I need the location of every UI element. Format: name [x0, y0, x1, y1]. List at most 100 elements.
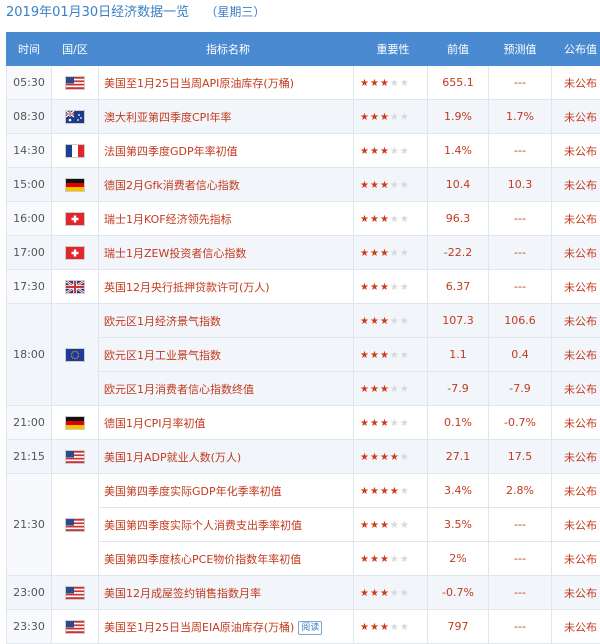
time-cell: 23:00: [6, 575, 52, 610]
star-filled-icon: ★: [379, 316, 390, 327]
star-empty-icon: ★: [389, 282, 400, 293]
table-row: 21:30 美国第四季度实际GDP年化季率初值 ★★★★★ 3.4% 2.8% 未公布: [6, 473, 600, 576]
table-row: 16:00 瑞士1月KOF经济领先指标 ★★★★★ 96.3 --- 未公布: [6, 201, 600, 236]
star-filled-icon: ★: [369, 214, 380, 225]
indicator-name-text[interactable]: 美国1月ADP就业人数(万人): [104, 451, 241, 464]
indicator-name[interactable]: 美国第四季度实际GDP年化季率初值: [98, 473, 354, 508]
star-filled-icon: ★: [379, 146, 390, 157]
star-filled-icon: ★: [360, 384, 370, 395]
star-empty-icon: ★: [389, 418, 400, 429]
indicator-name[interactable]: 美国12月成屋签约销售指数月率: [98, 575, 354, 610]
star-filled-icon: ★: [389, 452, 400, 463]
indicator-name[interactable]: 美国至1月25日当周API原油库存(万桶): [98, 65, 354, 100]
indicator-name-text[interactable]: 欧元区1月工业景气指数: [104, 349, 221, 362]
previous-value: 3.4%: [427, 473, 489, 508]
previous-value: 6.37: [427, 269, 489, 304]
indicator-name[interactable]: 美国1月ADP就业人数(万人): [98, 439, 354, 474]
indicator-name-text[interactable]: 澳大利亚第四季度CPI年率: [104, 111, 232, 124]
flag-germany-icon: [66, 417, 84, 429]
time-cell: 14:30: [6, 133, 52, 168]
indicator-name[interactable]: 德国2月Gfk消费者信心指数: [98, 167, 354, 202]
indicator-name-text[interactable]: 美国第四季度实际个人消费支出季率初值: [104, 519, 302, 532]
country-cell: [51, 575, 99, 610]
star-filled-icon: ★: [369, 248, 380, 259]
indicator-name[interactable]: 瑞士1月KOF经济领先指标: [98, 201, 354, 236]
forecast-value: ---: [488, 575, 552, 610]
indicator-name[interactable]: 法国第四季度GDP年率初值: [98, 133, 354, 168]
forecast-value: 17.5: [488, 439, 552, 474]
star-filled-icon: ★: [389, 486, 400, 497]
indicator-name-text[interactable]: 美国第四季度实际GDP年化季率初值: [104, 485, 282, 498]
star-filled-icon: ★: [379, 418, 390, 429]
indicator-name-text[interactable]: 法国第四季度GDP年率初值: [104, 145, 238, 158]
flag-uk-icon: [66, 281, 84, 293]
indicator-name-text[interactable]: 美国12月成屋签约销售指数月率: [104, 587, 261, 600]
indicator-name[interactable]: 美国第四季度核心PCE物价指数年率初值: [98, 541, 354, 576]
star-empty-icon: ★: [399, 554, 410, 565]
read-button[interactable]: 阅读: [298, 620, 323, 635]
actual-value: 未公布: [551, 371, 600, 406]
indicator-name-text[interactable]: 欧元区1月经济景气指数: [104, 315, 221, 328]
country-cell: [51, 473, 99, 576]
country-cell: [51, 439, 99, 474]
star-filled-icon: ★: [369, 112, 380, 123]
time-cell: 21:15: [6, 439, 52, 474]
star-empty-icon: ★: [389, 622, 400, 633]
indicator-name[interactable]: 美国至1月25日当周EIA原油库存(万桶) 阅读: [98, 609, 354, 644]
indicator-name-text[interactable]: 欧元区1月消费者信心指数终值: [104, 383, 254, 396]
indicator-name[interactable]: 英国12月央行抵押贷款许可(万人): [98, 269, 354, 304]
flag-us-icon: [66, 519, 84, 531]
actual-value: 未公布: [551, 269, 600, 304]
flag-germany-icon: [66, 179, 84, 191]
star-filled-icon: ★: [369, 554, 380, 565]
indicator-name-text[interactable]: 美国至1月25日当周API原油库存(万桶): [104, 77, 294, 90]
forecast-value: 1.7%: [488, 99, 552, 134]
time-cell: 21:00: [6, 405, 52, 440]
star-filled-icon: ★: [369, 316, 380, 327]
indicator-name-text[interactable]: 瑞士1月KOF经济领先指标: [104, 213, 232, 226]
star-empty-icon: ★: [399, 452, 410, 463]
indicator-name[interactable]: 瑞士1月ZEW投资者信心指数: [98, 235, 354, 270]
star-filled-icon: ★: [379, 622, 390, 633]
star-filled-icon: ★: [369, 622, 380, 633]
indicator-name[interactable]: 欧元区1月工业景气指数: [98, 337, 354, 372]
indicator-name-text[interactable]: 英国12月央行抵押贷款许可(万人): [104, 281, 270, 294]
star-filled-icon: ★: [379, 350, 390, 361]
flag-switzerland-icon: [66, 213, 84, 225]
indicator-name[interactable]: 美国第四季度实际个人消费支出季率初值: [98, 507, 354, 542]
table-row: 08:30 澳大利亚第四季度CPI年率 ★★★★★ 1.9% 1.7% 未公布: [6, 99, 600, 134]
actual-value: 未公布: [551, 65, 600, 100]
star-empty-icon: ★: [389, 112, 400, 123]
indicator-name[interactable]: 欧元区1月消费者信心指数终值: [98, 371, 354, 406]
star-empty-icon: ★: [389, 554, 400, 565]
star-filled-icon: ★: [379, 180, 390, 191]
indicator-name[interactable]: 德国1月CPI月率初值: [98, 405, 354, 440]
indicator-name-text[interactable]: 瑞士1月ZEW投资者信心指数: [104, 247, 246, 260]
indicator-name[interactable]: 澳大利亚第四季度CPI年率: [98, 99, 354, 134]
star-filled-icon: ★: [369, 486, 380, 497]
indicator-name[interactable]: 欧元区1月经济景气指数: [98, 303, 354, 338]
indicator-name-text[interactable]: 德国1月CPI月率初值: [104, 417, 206, 430]
star-filled-icon: ★: [360, 112, 370, 123]
forecast-value: 2.8%: [488, 473, 552, 508]
star-empty-icon: ★: [399, 588, 410, 599]
table-row: 18:00 欧元区1月经济景气指数 ★★★★★ 107.3 106.6 未公布: [6, 303, 600, 406]
importance-rating: ★★★★★: [353, 201, 428, 236]
previous-value: 10.4: [427, 167, 489, 202]
actual-value: 未公布: [551, 541, 600, 576]
star-filled-icon: ★: [379, 78, 390, 89]
actual-value: 未公布: [551, 99, 600, 134]
indicator-name-text[interactable]: 美国至1月25日当周EIA原油库存(万桶): [104, 621, 294, 634]
star-filled-icon: ★: [379, 384, 390, 395]
time-cell: 17:00: [6, 235, 52, 270]
star-filled-icon: ★: [360, 282, 370, 293]
star-empty-icon: ★: [389, 78, 400, 89]
star-filled-icon: ★: [360, 316, 370, 327]
date-title: 2019年01月30日经济数据一览: [6, 5, 190, 20]
star-filled-icon: ★: [369, 350, 380, 361]
star-empty-icon: ★: [399, 384, 410, 395]
indicator-name-text[interactable]: 美国第四季度核心PCE物价指数年率初值: [104, 553, 301, 566]
previous-value: 0.1%: [427, 405, 489, 440]
previous-value: 107.3: [427, 303, 489, 338]
indicator-name-text[interactable]: 德国2月Gfk消费者信心指数: [104, 179, 240, 192]
